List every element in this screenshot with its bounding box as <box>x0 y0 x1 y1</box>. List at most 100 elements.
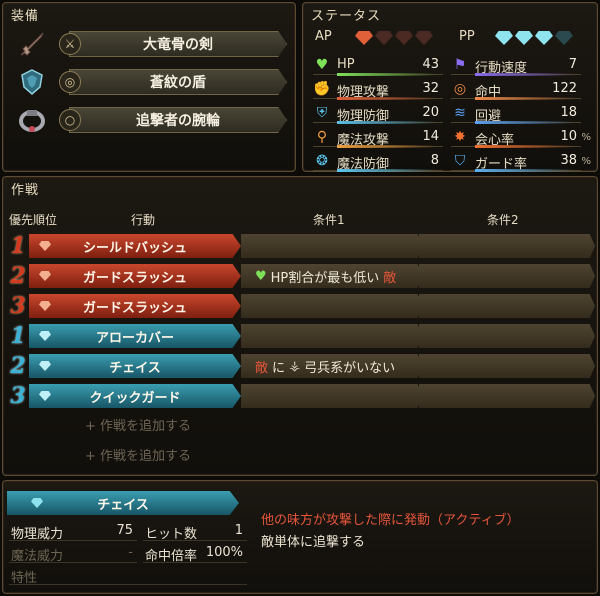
tactic-row[interactable]: 1 シールドバッシュ <box>7 233 595 259</box>
ap-gem-icon <box>355 31 373 45</box>
action-button[interactable]: クイックガード <box>29 384 241 408</box>
cond2-header: 条件2 <box>487 213 519 227</box>
physical-power-value: 75 <box>116 523 133 538</box>
condition-text: 弓兵系がいない <box>304 360 396 376</box>
magic-defense-icon: ❂ <box>316 153 328 169</box>
pp-gem-icon <box>39 361 51 371</box>
condition2-slot[interactable] <box>419 294 595 318</box>
stat-row: ◎ 命中 122 <box>451 79 581 100</box>
stat-underline <box>475 169 575 172</box>
ap-gauge <box>355 31 433 45</box>
stat-underline <box>337 97 437 100</box>
stat-value: 43 <box>422 57 439 72</box>
stat-row: ♥ HP 43 <box>313 55 443 76</box>
skill-detail-panel: チェイス 物理威力 75 ヒット数 1 魔法威力 - 命中倍率 100% 特性 … <box>2 480 598 594</box>
action-name: ガードスラッシュ <box>82 270 187 286</box>
physical-power-label: 物理威力 <box>11 527 64 542</box>
equip-row-shield[interactable]: 蒼紋の盾 ◎ <box>11 63 291 103</box>
stat-underline <box>337 73 437 76</box>
condition1-slot[interactable]: ♥ HP割合が最も低い敵 <box>241 264 423 288</box>
condition1-slot[interactable] <box>241 234 423 258</box>
condition1-slot[interactable]: 敵に ⚶ 弓兵系がいない <box>241 354 423 378</box>
cond1-header: 条件1 <box>313 213 345 227</box>
ap-gem-icon <box>39 241 51 251</box>
tactic-row[interactable]: 3 クイックガード <box>7 383 595 409</box>
condition2-slot[interactable] <box>419 234 595 258</box>
effect-trigger-text: 他の味方が攻撃した際に発動（アクティブ） <box>261 513 520 528</box>
stat-value: 7 <box>568 57 577 72</box>
tactic-row[interactable]: 2 チェイス 敵に ⚶ 弓兵系がいない <box>7 353 595 379</box>
action-name: アローカバー <box>95 330 174 346</box>
tactic-row[interactable]: 2 ガードスラッシュ ♥ HP割合が最も低い敵 <box>7 263 595 289</box>
stat-row: ⚲ 魔法攻撃 14 <box>313 127 443 148</box>
ap-gem-icon <box>415 31 433 45</box>
accessory-slot-icon: ○ <box>59 109 81 131</box>
weapon-slot-icon: ⚔ <box>59 33 81 55</box>
condition-text: に <box>272 360 286 376</box>
weapon-name-bar[interactable]: 大竜骨の剣 <box>69 31 287 57</box>
priority-number: 2 <box>10 263 26 289</box>
stat-value: 122 <box>552 81 577 96</box>
condition1-slot[interactable] <box>241 294 423 318</box>
stat-row: ⛉ ガード率 38% <box>451 151 591 172</box>
enemy-text: 敵 <box>255 360 269 376</box>
tactic-row[interactable]: 3 ガードスラッシュ <box>7 293 595 319</box>
magic-power-value: - <box>128 545 133 560</box>
guard-icon: ⛉ <box>454 153 466 169</box>
sword-icon <box>15 27 49 61</box>
armor-icon: ⛨ <box>316 105 328 121</box>
stat-value: 10 <box>560 129 577 144</box>
action-name: ガードスラッシュ <box>82 300 187 316</box>
trait-label: 特性 <box>11 571 38 586</box>
shield-name-bar[interactable]: 蒼紋の盾 <box>69 69 287 95</box>
equip-row-accessory[interactable]: 追撃者の腕輪 ○ <box>11 101 291 141</box>
condition2-slot[interactable] <box>419 264 595 288</box>
fist-icon: ✊ <box>313 81 331 97</box>
ap-gem-icon <box>375 31 393 45</box>
equip-row-weapon[interactable]: 大竜骨の剣 ⚔ <box>11 25 291 65</box>
condition2-slot[interactable] <box>419 354 595 378</box>
pp-gem-icon <box>535 31 553 45</box>
add-tactic-button-2[interactable]: + 作戦を追加する <box>85 445 191 464</box>
priority-number: 3 <box>10 293 26 319</box>
action-button[interactable]: ガードスラッシュ <box>29 264 241 288</box>
stat-row: ❂ 魔法防御 8 <box>313 151 443 172</box>
pp-gem-icon <box>495 31 513 45</box>
stat-value: 18 <box>560 105 577 120</box>
stat-underline <box>337 169 437 172</box>
condition1-slot[interactable] <box>241 324 423 348</box>
pp-gem-icon <box>555 31 573 45</box>
condition1-slot[interactable] <box>241 384 423 408</box>
pp-label: PP <box>459 29 475 44</box>
action-name: シールドバッシュ <box>82 240 187 256</box>
speed-icon: ⚑ <box>453 57 467 73</box>
stat-underline <box>475 121 575 124</box>
add-tactic-button-1[interactable]: + 作戦を追加する <box>85 415 191 434</box>
selected-skill-bar: チェイス <box>7 491 239 515</box>
magic-power-label: 魔法威力 <box>11 549 64 564</box>
ap-gem-icon <box>39 271 51 281</box>
stat-value: 20 <box>422 105 439 120</box>
action-button[interactable]: チェイス <box>29 354 241 378</box>
priority-number: 2 <box>10 353 26 379</box>
hits-stat: ヒット数 1 <box>143 521 247 542</box>
tactic-row[interactable]: 1 アローカバー <box>7 323 595 349</box>
action-name: チェイス <box>109 360 161 376</box>
evade-icon: ≋ <box>454 105 466 121</box>
physical-power-stat: 物理威力 75 <box>9 521 137 542</box>
stat-unit: % <box>581 132 591 143</box>
accessory-name-bar[interactable]: 追撃者の腕輪 <box>69 107 287 133</box>
heart-icon: ♥ <box>255 268 267 284</box>
condition2-slot[interactable] <box>419 324 595 348</box>
equipment-title: 装備 <box>11 9 40 24</box>
action-button[interactable]: ガードスラッシュ <box>29 294 241 318</box>
action-button[interactable]: アローカバー <box>29 324 241 348</box>
pp-gem-icon <box>31 498 43 508</box>
stat-underline <box>475 73 575 76</box>
ap-gem-icon <box>39 301 51 311</box>
condition2-slot[interactable] <box>419 384 595 408</box>
priority-header: 優先順位 <box>9 213 58 227</box>
trait-stat: 特性 <box>9 565 247 586</box>
bow-icon: ⚶ <box>289 358 301 374</box>
action-button[interactable]: シールドバッシュ <box>29 234 241 258</box>
